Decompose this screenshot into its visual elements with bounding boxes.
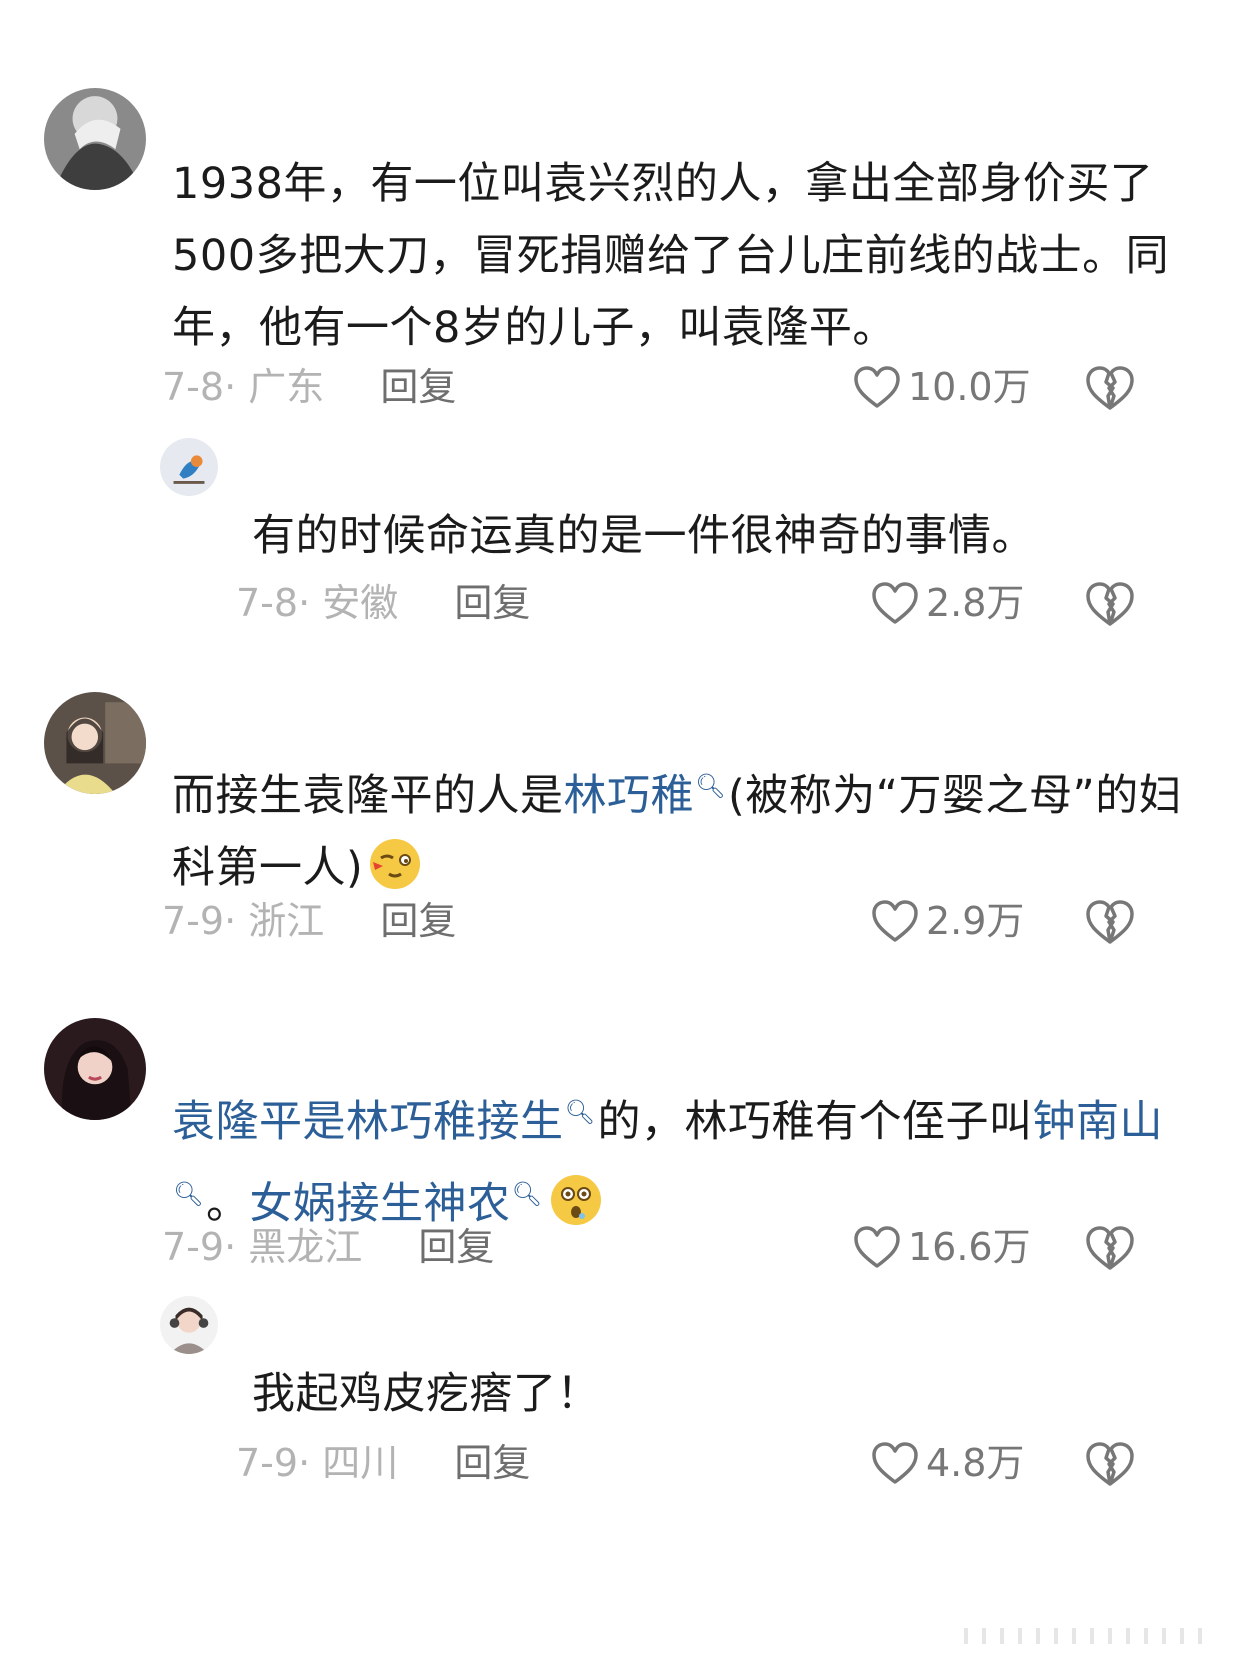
reply-text: 我起鸡皮疙瘩了！ (252, 1369, 600, 1419)
search-icon[interactable]: 🔍︎ (173, 1180, 204, 1208)
broken-heart-icon (1086, 1442, 1134, 1486)
avatar[interactable] (44, 692, 146, 794)
heart-outline-icon (872, 1442, 918, 1484)
wink-kiss-emoji (367, 836, 423, 892)
like-button[interactable]: 4.8万 (870, 1438, 1024, 1488)
avatar[interactable] (160, 1296, 218, 1354)
like-count: 2.8万 (926, 581, 1025, 625)
search-icon[interactable]: 🔍︎ (511, 1180, 542, 1208)
heart-outline-icon (872, 582, 918, 624)
like-count: 4.8万 (926, 1441, 1025, 1485)
comment-date: 7-9· 四川 (236, 1441, 399, 1485)
comment-meta: 7-8· 安徽 回复 (236, 578, 530, 628)
heart-outline-icon (854, 1226, 900, 1268)
search-link[interactable]: 林巧稚 (564, 771, 695, 821)
avatar[interactable] (160, 438, 218, 496)
comment-date: 7-9· 黑龙江 (162, 1225, 363, 1269)
avatar[interactable] (44, 1018, 146, 1120)
broken-heart-icon (1086, 582, 1134, 626)
like-button[interactable]: 10.0万 (852, 362, 1031, 412)
surprised-emoji (548, 1172, 604, 1228)
comment-text: 而接生袁隆平的人是林巧稚🔍︎(被称为“万婴之母”的妇科第一人) (172, 771, 1183, 893)
broken-heart-icon (1086, 900, 1134, 944)
dislike-button[interactable] (1084, 1224, 1136, 1272)
search-link[interactable]: 袁隆平是林巧稚接生 (172, 1097, 564, 1147)
broken-heart-icon (1086, 1226, 1134, 1270)
dislike-button[interactable] (1084, 1440, 1136, 1488)
avatar[interactable] (44, 88, 146, 190)
heart-outline-icon (854, 366, 900, 408)
reply-button[interactable]: 回复 (454, 1441, 530, 1485)
comment-meta: 7-9· 浙江 回复 (162, 896, 456, 946)
search-icon[interactable]: 🔍︎ (695, 772, 726, 800)
like-button[interactable]: 16.6万 (852, 1222, 1031, 1272)
comment-meta: 7-8· 广东 回复 (162, 362, 456, 412)
comment-text: 1938年，有一位叫袁兴烈的人，拿出全部身价买了500多把大刀，冒死捐赠给了台儿… (172, 159, 1170, 353)
comment-meta: 7-9· 黑龙江 回复 (162, 1222, 494, 1272)
search-icon[interactable]: 🔍︎ (565, 1098, 596, 1126)
dislike-button[interactable] (1084, 580, 1136, 628)
comment-date: 7-8· 安徽 (236, 581, 399, 625)
like-count: 16.6万 (908, 1225, 1031, 1269)
reply-text: 有的时候命运真的是一件很神奇的事情。 (252, 511, 1035, 561)
like-button[interactable]: 2.8万 (870, 578, 1024, 628)
comment-meta: 7-9· 四川 回复 (236, 1438, 530, 1488)
comment-date: 7-9· 浙江 (162, 899, 325, 943)
broken-heart-icon (1086, 366, 1134, 410)
comment-date: 7-8· 广东 (162, 365, 325, 409)
reply-button[interactable]: 回复 (380, 899, 456, 943)
like-count: 2.9万 (926, 899, 1025, 943)
dislike-button[interactable] (1084, 364, 1136, 412)
reply-button[interactable]: 回复 (418, 1225, 494, 1269)
watermark (964, 1628, 1202, 1644)
reply-button[interactable]: 回复 (454, 581, 530, 625)
comment-text: 袁隆平是林巧稚接生🔍︎的，林巧稚有个侄子叫钟南山🔍︎。女娲接生神农🔍︎ (172, 1097, 1163, 1229)
search-link[interactable]: 钟南山 (1032, 1097, 1163, 1147)
dislike-button[interactable] (1084, 898, 1136, 946)
like-button[interactable]: 2.9万 (870, 896, 1024, 946)
reply-button[interactable]: 回复 (380, 365, 456, 409)
heart-outline-icon (872, 900, 918, 942)
like-count: 10.0万 (908, 365, 1031, 409)
